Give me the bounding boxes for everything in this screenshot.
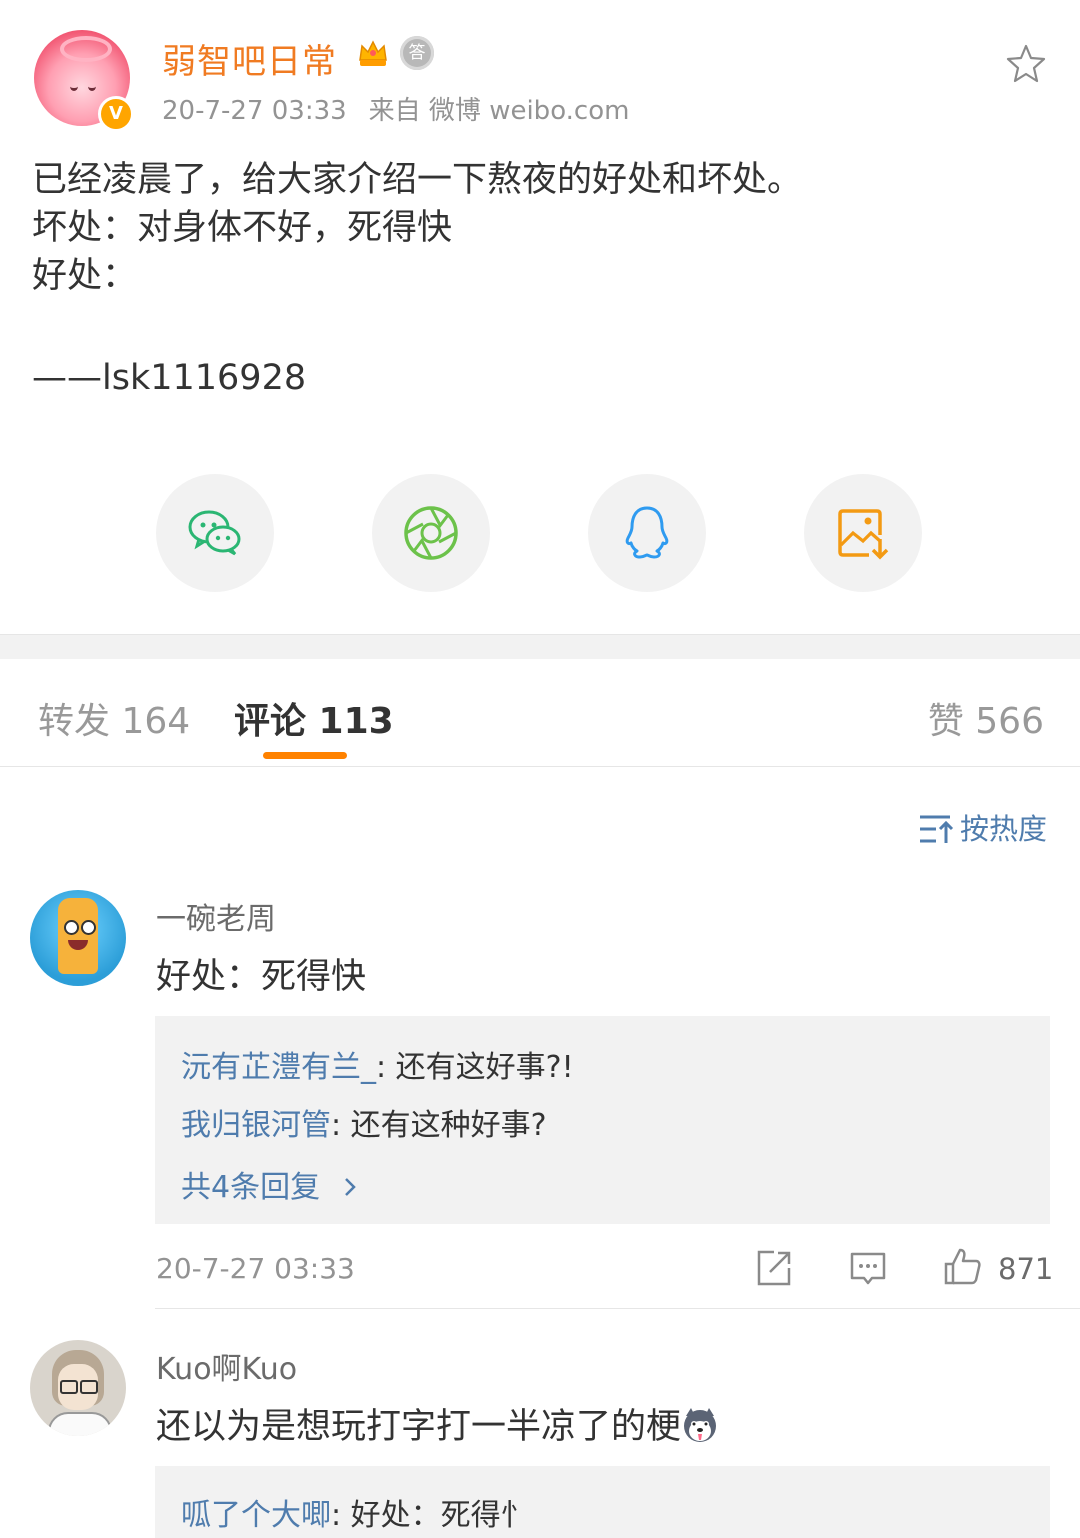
comment-text-content: 还以为是想玩打字打一半凉了的梗 <box>156 1407 682 1447</box>
tab-comment[interactable]: 评论 113 <box>234 692 394 744</box>
reply-username[interactable]: 呱了个大唧 <box>181 1498 331 1533</box>
verified-badge-icon: V <box>98 96 134 132</box>
reply-text: : 还有这种好事? <box>331 1108 547 1143</box>
comment-time: 20-7-27 03:33 <box>156 1252 355 1285</box>
post-body: 已经凌晨了，给大家介绍一下熬夜的好处和坏处。 坏处：对身体不好，死得快 好处： <box>32 160 803 296</box>
reply-text: : 还有这好事?! <box>376 1050 574 1085</box>
reply-box[interactable]: 呱了个大唧: 好处：死得忄 <box>155 1466 1050 1538</box>
comment-avatar[interactable] <box>30 890 126 986</box>
favorite-star-icon[interactable] <box>1004 42 1048 86</box>
save-image-icon <box>838 509 889 560</box>
qq-icon <box>625 506 669 559</box>
reply-username[interactable]: 沅有芷澧有兰_ <box>181 1050 376 1085</box>
comment-icon[interactable] <box>848 1248 888 1288</box>
sort-icon <box>920 815 954 843</box>
reply-box[interactable]: 沅有芷澧有兰_: 还有这好事?! 我归银河管: 还有这种好事? 共4条回复 <box>155 1016 1050 1224</box>
reply-text: : 好处：死得忄 <box>331 1498 531 1533</box>
tab-like[interactable]: 赞 566 <box>928 692 1044 744</box>
share-moments-button[interactable] <box>372 474 490 592</box>
share-wechat-button[interactable] <box>156 474 274 592</box>
repost-icon[interactable] <box>754 1248 794 1288</box>
reply-username[interactable]: 我归银河管 <box>181 1108 331 1143</box>
reply-item[interactable]: 沅有芷澧有兰_: 还有这好事?! <box>181 1042 574 1086</box>
comment-divider <box>155 1308 1080 1309</box>
active-tab-indicator <box>263 752 347 759</box>
sort-label: 按热度 <box>960 812 1048 846</box>
save-image-button[interactable] <box>804 474 922 592</box>
medal-badge-icon[interactable]: 答 <box>400 36 434 70</box>
post-signature: ——lsk1116928 <box>32 358 307 398</box>
sort-button[interactable]: 按热度 <box>918 806 1047 848</box>
reply-item[interactable]: 我归银河管: 还有这种好事? <box>181 1100 547 1144</box>
chevron-right-icon <box>344 1178 356 1196</box>
author-name[interactable]: 弱智吧日常 <box>162 34 337 83</box>
like-count: 871 <box>998 1252 1054 1286</box>
comment-username[interactable]: Kuo啊Kuo <box>156 1344 297 1388</box>
husky-emoji-icon <box>684 1408 717 1442</box>
tab-repost[interactable]: 转发 164 <box>38 692 190 744</box>
more-replies-label: 共4条回复 <box>181 1170 321 1205</box>
comment-avatar[interactable] <box>30 1340 126 1436</box>
post-meta: 20-7-27 03:33 来自 微博 weibo.com <box>162 90 629 127</box>
avatar-halo <box>60 36 112 62</box>
comment-username[interactable]: 一碗老周 <box>156 894 276 938</box>
section-divider <box>0 634 1080 659</box>
post-source: 来自 微博 weibo.com <box>368 96 630 126</box>
reply-item[interactable]: 呱了个大唧: 好处：死得忄 <box>181 1490 531 1534</box>
comment-text: 还以为是想玩打字打一半凉了的梗 <box>156 1398 719 1449</box>
comment-text: 好处：死得快 <box>156 957 367 997</box>
post-time: 20-7-27 03:33 <box>162 96 347 126</box>
share-qq-button[interactable] <box>588 474 706 592</box>
moments-icon <box>404 506 458 560</box>
crown-badge-icon[interactable] <box>356 36 390 70</box>
avatar-eye <box>70 82 78 91</box>
tab-divider <box>0 766 1080 767</box>
like-thumb-icon[interactable] <box>942 1246 982 1286</box>
avatar-eye <box>88 82 96 91</box>
wechat-icon <box>188 510 241 556</box>
more-replies-link[interactable]: 共4条回复 <box>181 1162 360 1206</box>
